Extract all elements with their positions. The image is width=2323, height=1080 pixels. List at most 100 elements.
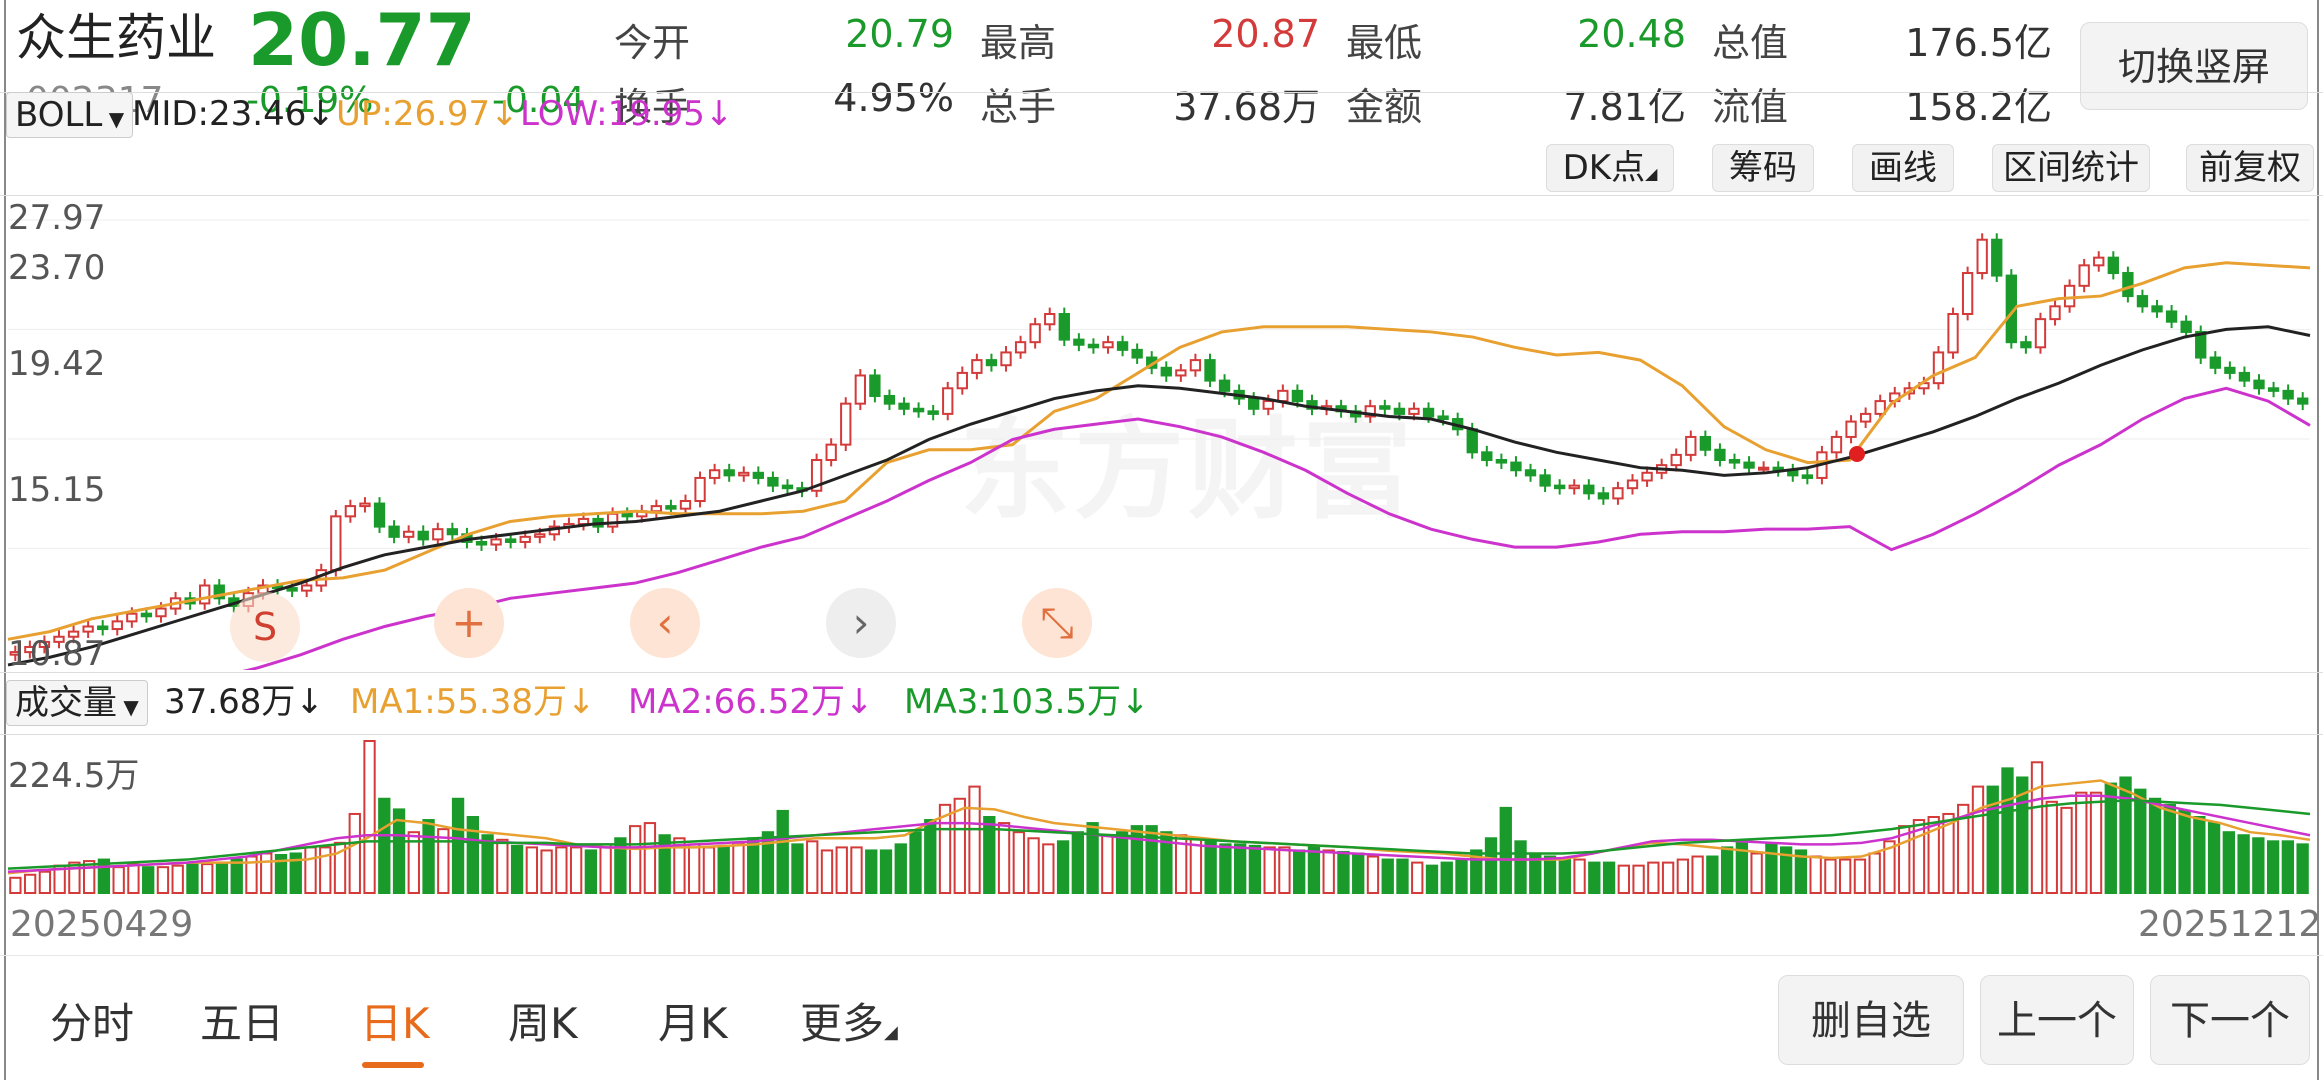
tool-dk-label: DK点 [1562,148,1646,188]
candle [869,369,881,403]
candle [199,579,211,610]
arrow-down-icon: ↓ [567,682,596,722]
candle [1029,317,1041,349]
chevron-left-icon[interactable]: ‹ [630,588,700,658]
candle [1772,461,1784,477]
quote-label: 今开 [614,21,691,65]
chevron-right-icon[interactable]: › [826,588,896,658]
candle [723,463,735,482]
candle [1510,456,1522,477]
volume-bar [1042,843,1055,894]
candle [1073,333,1085,352]
candle [738,466,750,482]
sell-marker[interactable]: S [230,592,300,662]
candle [2165,305,2178,329]
volume-chart[interactable] [0,735,2323,895]
tool-adjust-button[interactable]: 前复权 [2186,144,2314,192]
volume-bar [1056,840,1070,894]
volume-bar [1691,855,1704,894]
next-stock-button[interactable]: 下一个 [2150,975,2310,1065]
candle [1670,448,1682,472]
candle [1859,407,1872,428]
quote-label: 最低 [1346,21,1423,65]
candle [1554,479,1566,495]
candle [1524,463,1537,482]
tab-intraday[interactable]: 分时 [50,990,134,1051]
candlestick-chart[interactable] [0,196,2323,670]
quote-label: 最高 [980,21,1057,65]
quote-label: 金额 [1346,85,1423,129]
candle [2078,258,2090,293]
candle [1160,361,1172,382]
tab-more[interactable]: 更多◢ [800,990,898,1051]
candle [213,579,225,605]
tool-draw-button[interactable]: 画线 [1852,144,1954,192]
remove-watchlist-button[interactable]: 删自选 [1778,975,1964,1065]
volume-value: 37.68万 [164,682,296,722]
volume-name: 成交量 [15,683,117,723]
boll-up-group: UP:26.97↓ [336,92,519,136]
candle [2122,266,2134,303]
volume-bar [1352,852,1365,895]
arrow-down-icon: ↓ [845,682,874,722]
volume-bar [806,840,819,894]
volume-bar [1720,846,1734,894]
tab-weekly-k[interactable]: 周K [508,990,578,1051]
switch-portrait-button[interactable]: 切换竖屏 [2080,22,2308,110]
volume-bar [230,858,243,894]
volume-bar [702,846,716,894]
candle [2034,312,2047,354]
candle [1495,453,1508,469]
candle [344,499,357,523]
volume-bar [540,849,553,895]
quote-value: 7.81亿 [1563,85,1686,129]
volume-bar [1012,831,1025,894]
volume-bar [1411,861,1424,894]
candle [810,453,823,498]
volume-bar [879,849,893,895]
volume-bar [1307,846,1321,894]
volume-bar [2148,797,2162,894]
tab-monthly-k[interactable]: 月K [658,990,728,1051]
volume-bar [776,809,789,894]
volume-bar [2237,834,2250,894]
volume-bar [1602,861,1616,894]
volume-bar [2089,791,2103,894]
plus-icon[interactable]: + [434,588,504,658]
signal-dot [1849,446,1865,462]
candle [679,494,692,516]
volume-bar [304,846,317,894]
candle [2267,381,2280,398]
volume-bar [2222,831,2236,894]
tool-range-stats-button[interactable]: 区间统计 [1992,144,2150,192]
boll-lower-line [242,386,2311,670]
volume-bar [127,863,140,894]
tool-chips-button[interactable]: 筹码 [1712,144,1814,192]
tab-five-day[interactable]: 五日 [200,990,284,1051]
volume-bar [1337,850,1350,894]
volume-bar [1440,861,1453,894]
quote-value: 4.95% [833,76,954,120]
tool-dk-button[interactable]: DK点◢ [1546,144,1674,192]
tab-daily-k[interactable]: 日K [360,990,430,1051]
volume-bar [1233,843,1247,894]
volume-bar [2193,816,2206,894]
volume-bar [1101,834,1114,894]
previous-stock-button[interactable]: 上一个 [1980,975,2134,1065]
volume-bar [1293,849,1306,895]
indicator-select[interactable]: BOLL ▼ [6,92,134,138]
candle [752,466,764,485]
candle [1131,343,1143,364]
candle [912,402,925,418]
volume-bar [2045,800,2058,894]
candle [1189,353,1202,377]
price-axis-label: 19.42 [8,344,106,384]
quote-label: 总值 [1712,21,1789,65]
volume-bar [732,841,745,894]
candle [1364,399,1376,423]
compress-icon[interactable]: ⤡ [1022,588,1092,658]
volume-bar [1971,785,1985,894]
candle [2093,251,2105,272]
volume-indicator-select[interactable]: 成交量 ▼ [6,680,148,726]
volume-bar [260,852,273,895]
